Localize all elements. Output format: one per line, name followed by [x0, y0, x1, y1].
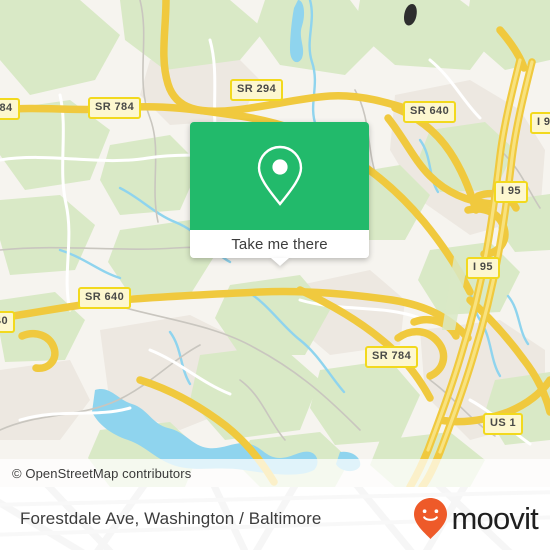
moovit-wordmark: moovit	[451, 501, 538, 536]
footer-content: Forestdale Ave, Washington / Baltimore m…	[0, 487, 550, 550]
road-shield: I 95	[466, 257, 500, 279]
location-callout-card[interactable]: Take me there	[190, 122, 369, 266]
card-icon-area	[190, 122, 369, 230]
callout-pointer	[270, 258, 289, 266]
location-pin-icon	[257, 145, 302, 206]
road-shield: 784	[0, 98, 20, 120]
take-me-there-label: Take me there	[231, 235, 328, 253]
card-action-area[interactable]: Take me there	[190, 230, 369, 266]
map-canvas[interactable]: 784 SR 784 SR 294 SR 640 I 9 I 95 I 95 S…	[0, 0, 550, 487]
road-shield: SR 784	[365, 346, 419, 368]
moovit-brand-logo[interactable]: moovit	[414, 498, 539, 539]
road-shield: 40	[0, 311, 16, 333]
osm-attribution-text[interactable]: © OpenStreetMap contributors	[0, 466, 191, 481]
road-shield: SR 294	[230, 79, 284, 101]
road-shield: SR 640	[78, 287, 132, 309]
location-title: Forestdale Ave, Washington / Baltimore	[20, 508, 322, 528]
moovit-smiley-pin-icon	[414, 498, 448, 539]
road-shield: I 95	[494, 181, 528, 203]
road-shield: US 1	[483, 413, 524, 435]
road-shield: SR 784	[88, 97, 142, 119]
page-footer: Forestdale Ave, Washington / Baltimore m…	[0, 487, 550, 550]
road-shield: I 9	[530, 112, 550, 134]
map-attribution-bar: © OpenStreetMap contributors	[0, 459, 550, 487]
road-shield: SR 640	[403, 101, 457, 123]
moovit-location-map-page: 784 SR 784 SR 294 SR 640 I 9 I 95 I 95 S…	[0, 0, 550, 550]
